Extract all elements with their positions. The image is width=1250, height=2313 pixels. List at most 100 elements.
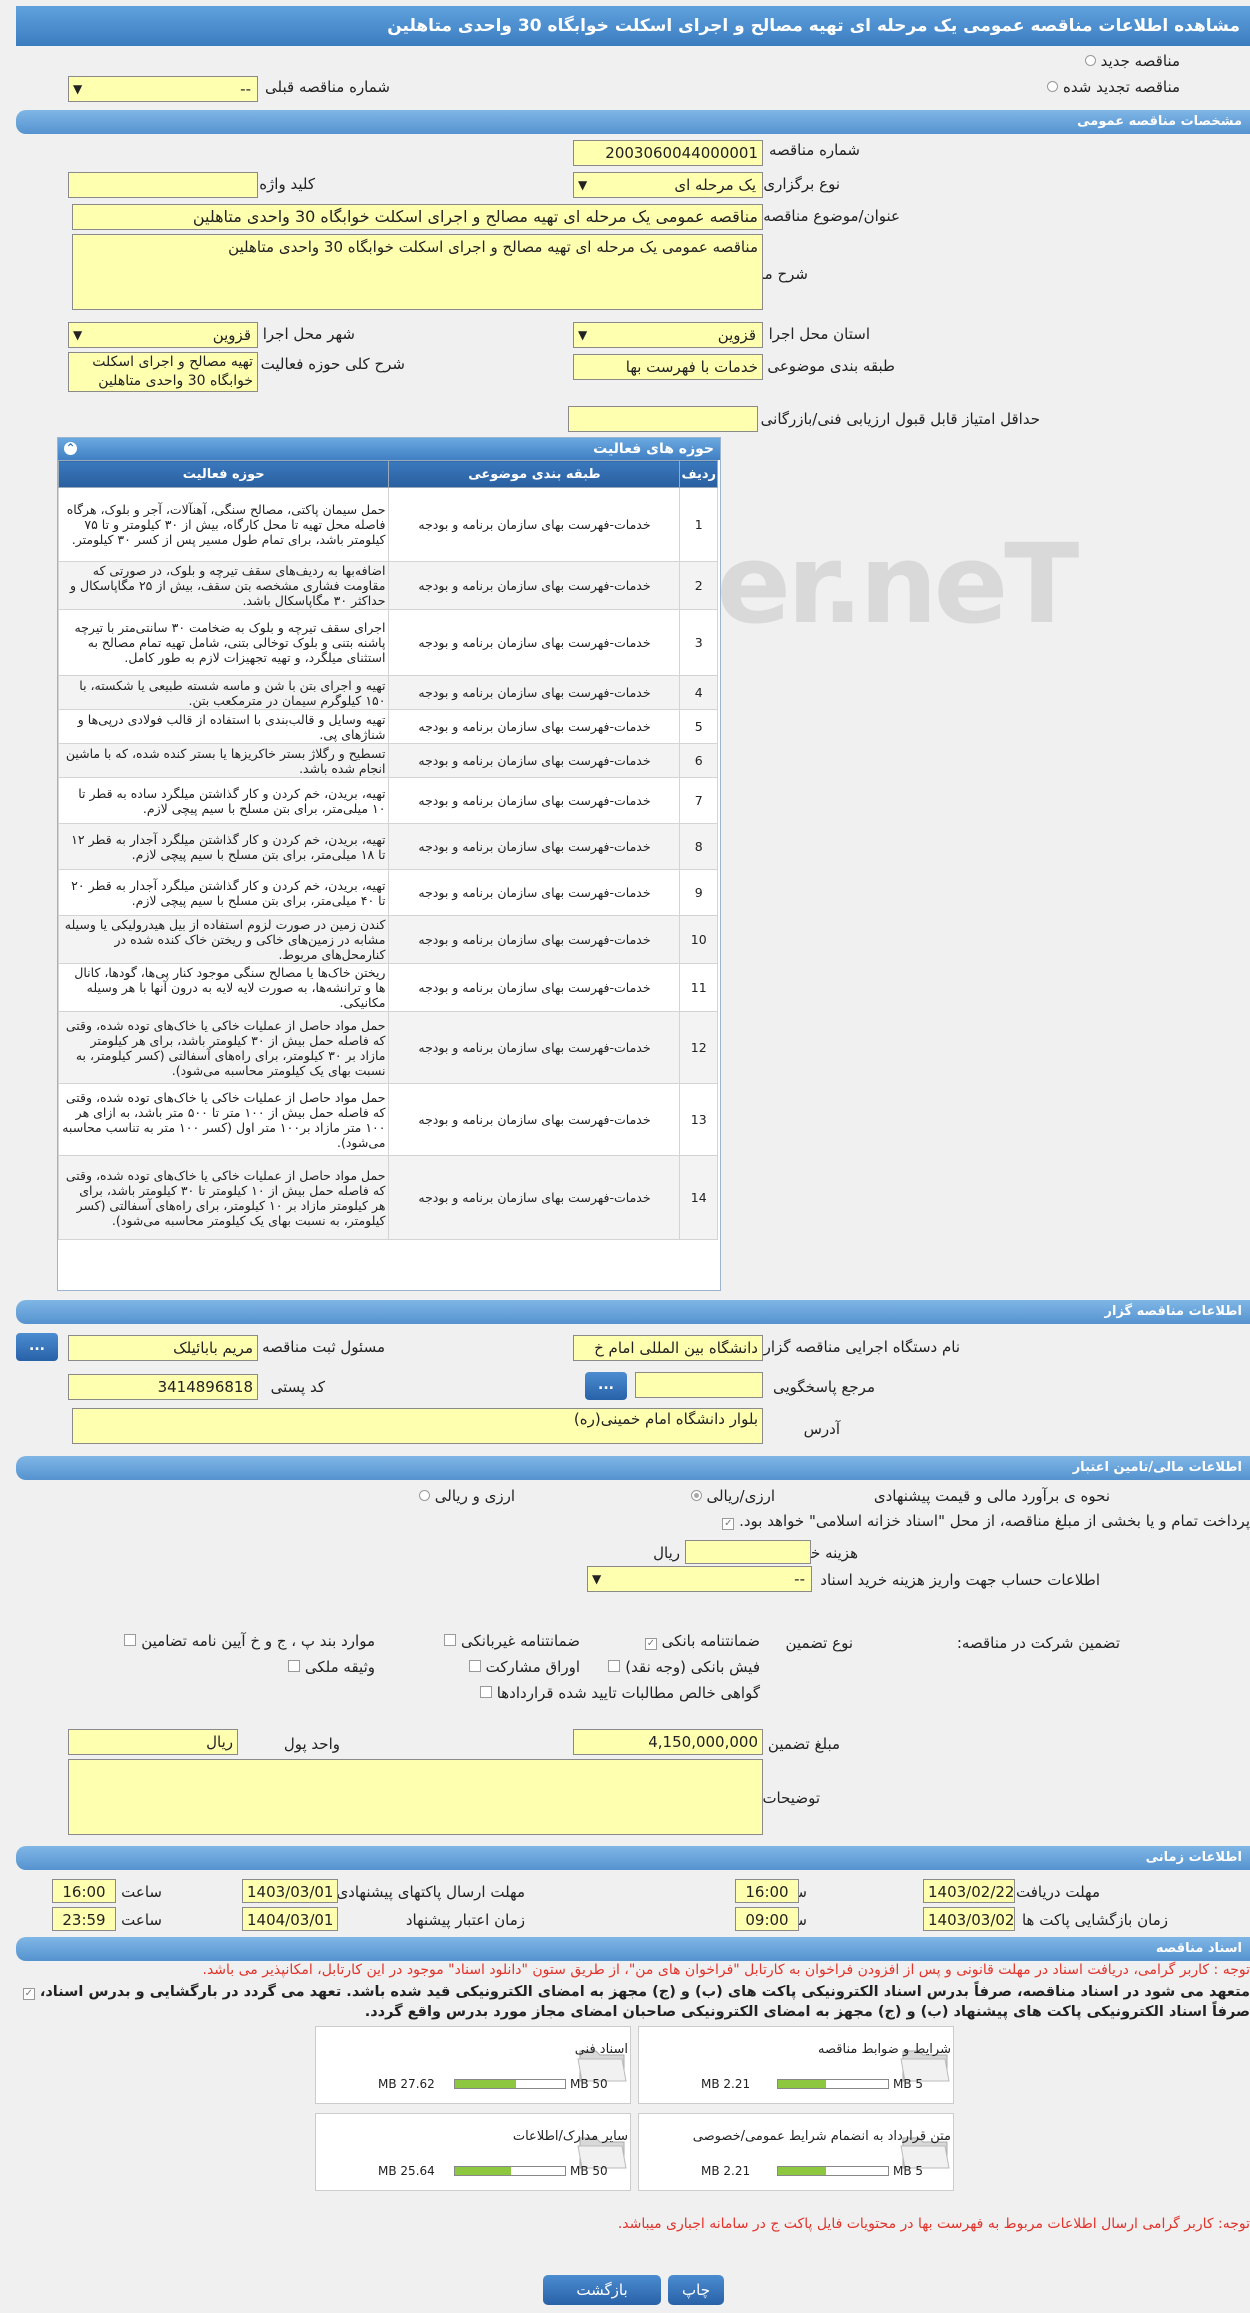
commitment-checkbox[interactable]: ✓ — [22, 1988, 35, 2000]
subject-field[interactable]: مناقصه عمومی یک مرحله ای تهیه مصالح و اج… — [72, 204, 763, 230]
claims-checkbox[interactable] — [479, 1686, 492, 1698]
document-max-size: 5 MB — [893, 2077, 924, 2091]
document-size: 2.21 MB — [701, 2164, 751, 2178]
province-select[interactable]: قزوین ▼ — [573, 322, 763, 348]
submit-time[interactable]: 16:00 — [52, 1879, 116, 1903]
keyword-field[interactable] — [68, 172, 258, 198]
row-activity: ریختن خاک‌ها یا مصالح سنگی موجود کنار پی… — [58, 963, 390, 1012]
chevron-down-icon: ▼ — [578, 328, 588, 342]
timing-section-header: اطلاعات زمانی — [16, 1846, 1250, 1870]
opening-label: زمان بازگشایی پاکت ها — [1021, 1911, 1168, 1929]
claims-option[interactable]: گواهی خالص مطالبات تایید شده قراردادها — [479, 1684, 760, 1702]
nonbank-guarantee-option[interactable]: ضمانتنامه غیربانکی — [444, 1632, 580, 1650]
bonds-checkbox[interactable] — [468, 1660, 481, 1672]
reference-browse-button[interactable]: ... — [585, 1372, 627, 1400]
guarantee-type-label: نوع تضمین — [785, 1634, 853, 1652]
nonbank-guarantee-checkbox[interactable] — [444, 1634, 457, 1646]
responsible-field[interactable]: مریم بابائیلک — [68, 1335, 258, 1361]
property-checkbox[interactable] — [288, 1660, 301, 1672]
currency-field[interactable]: ریال — [68, 1729, 238, 1755]
row-category: خدمات-فهرست بهای سازمان برنامه و بودجه — [388, 915, 681, 964]
row-number: 5 — [679, 709, 718, 744]
document-max-size: 50 MB — [570, 2164, 608, 2178]
guarantee-amount-field[interactable]: 4,150,000,000 — [573, 1729, 763, 1755]
chevron-down-icon: ▼ — [73, 82, 83, 96]
org-field[interactable]: دانشگاه بین المللی امام خ — [573, 1335, 763, 1361]
rial-option[interactable]: ارزی/ریالی — [690, 1487, 775, 1505]
document-item[interactable]: متن قرارداد به انضمام شرایط عمومی/خصوصی 2… — [638, 2113, 954, 2191]
opening-time[interactable]: 09:00 — [735, 1907, 799, 1931]
new-tender-option[interactable]: مناقصه جدید — [1084, 52, 1180, 70]
submit-date[interactable]: 1403/03/01 — [242, 1879, 338, 1903]
address-field[interactable]: بلوار دانشگاه امام خمینی(ره) — [72, 1408, 763, 1444]
row-category: خدمات-فهرست بهای سازمان برنامه و بودجه — [388, 1155, 681, 1240]
chevron-down-icon: ▼ — [578, 178, 588, 192]
row-category: خدمات-فهرست بهای سازمان برنامه و بودجه — [388, 777, 681, 824]
guarantee-label: تضمین شرکت در مناقصه: — [956, 1634, 1120, 1652]
row-category: خدمات-فهرست بهای سازمان برنامه و بودجه — [388, 823, 681, 870]
validity-date[interactable]: 1404/03/01 — [242, 1907, 338, 1931]
tender-number-field[interactable]: 2003060044000001 — [573, 140, 763, 166]
document-progress-bar — [454, 2079, 566, 2089]
prev-number-select[interactable]: -- ▼ — [68, 76, 258, 102]
subject-label: عنوان/موضوع مناقصه — [763, 207, 900, 225]
treasury-checkbox[interactable]: ✓ — [722, 1518, 735, 1530]
regulation-items-option[interactable]: موارد بند پ ، ج و خ آیین نامه تضامین — [124, 1632, 375, 1650]
bank-receipt-option[interactable]: فیش بانکی (وجه نقد) — [608, 1658, 760, 1676]
doc-cost-field[interactable] — [685, 1540, 811, 1564]
scope-field[interactable]: تهیه مصالح و اجرای اسکلت خوابگاه 30 واحد… — [68, 352, 258, 392]
fx-rial-option[interactable]: ارزی و ریالی — [418, 1487, 515, 1505]
opening-date[interactable]: 1403/03/02 — [923, 1907, 1015, 1931]
document-item[interactable]: شرایط و ضوابط مناقصه 2.21 MB 5 MB — [638, 2026, 954, 2104]
print-button[interactable]: چاپ — [668, 2275, 724, 2305]
description-field[interactable]: مناقصه عمومی یک مرحله ای تهیه مصالح و اج… — [72, 234, 763, 310]
document-item[interactable]: سایر مدارک/اطلاعات 25.64 MB 50 MB — [315, 2113, 631, 2191]
bank-guarantee-option[interactable]: ضمانتنامه بانکی ✓ — [644, 1632, 760, 1650]
row-number: 9 — [679, 869, 718, 916]
row-number: 14 — [679, 1155, 718, 1240]
account-select[interactable]: -- ▼ — [587, 1566, 812, 1592]
validity-time[interactable]: 23:59 — [52, 1907, 116, 1931]
treasury-option[interactable]: پرداخت تمام و یا بخشی از مبلغ مناقصه، از… — [722, 1512, 1250, 1530]
organizer-section-header: اطلاعات مناقصه گزار — [16, 1300, 1250, 1324]
row-number: 8 — [679, 823, 718, 870]
validity-label: زمان اعتبار پیشنهاد — [405, 1911, 525, 1929]
rial-radio[interactable] — [690, 1490, 702, 1501]
row-activity: تهیه، بریدن، خم کردن و کار گذاشتن میلگرد… — [58, 869, 390, 916]
doc-receive-time[interactable]: 16:00 — [735, 1879, 799, 1903]
renewed-tender-radio[interactable] — [1047, 81, 1059, 92]
table-row: 10 خدمات-فهرست بهای سازمان برنامه و بودجه… — [58, 915, 718, 964]
new-tender-radio[interactable] — [1084, 55, 1096, 66]
commitment-option[interactable]: متعهد می شود در اسناد مناقصه، صرفاً بدرس… — [22, 1984, 1250, 2000]
notes-field[interactable] — [68, 1759, 763, 1835]
table-row: 11 خدمات-فهرست بهای سازمان برنامه و بودجه… — [58, 963, 718, 1012]
bank-receipt-checkbox[interactable] — [608, 1660, 621, 1672]
back-button[interactable]: بازگشت — [543, 2275, 661, 2305]
reference-field[interactable] — [635, 1372, 763, 1398]
document-item[interactable]: اسناد فنی 27.62 MB 50 MB — [315, 2026, 631, 2104]
row-activity: اضافه‌بها به ردیف‌های سقف تیرچه و بلوک، … — [58, 561, 390, 610]
bonds-option[interactable]: اوراق مشارکت — [468, 1658, 580, 1676]
city-select[interactable]: قزوین ▼ — [68, 322, 258, 348]
min-score-field[interactable] — [568, 406, 758, 432]
fx-rial-radio[interactable] — [418, 1490, 430, 1501]
city-label: شهر محل اجرا — [262, 325, 355, 343]
doc-receive-date[interactable]: 1403/02/22 — [923, 1879, 1015, 1903]
type-select[interactable]: یک مرحله ای ▼ — [573, 172, 763, 198]
row-activity: حمل مواد حاصل از عملیات خاکی یا خاک‌های … — [58, 1155, 390, 1240]
row-number: 4 — [679, 675, 718, 710]
property-option[interactable]: وثیقه ملکی — [288, 1658, 375, 1676]
row-category: خدمات-فهرست بهای سازمان برنامه و بودجه — [388, 487, 681, 562]
bank-guarantee-checkbox[interactable]: ✓ — [644, 1638, 657, 1650]
category-field[interactable]: خدمات با فهرست بها — [573, 354, 763, 380]
regulation-items-checkbox[interactable] — [124, 1634, 137, 1646]
renewed-tender-option[interactable]: مناقصه تجدید شده — [1047, 78, 1180, 96]
postal-field[interactable]: 3414896818 — [68, 1374, 258, 1400]
row-category: خدمات-فهرست بهای سازمان برنامه و بودجه — [388, 963, 681, 1012]
responsible-browse-button[interactable]: ... — [16, 1333, 58, 1361]
submit-label: مهلت ارسال پاکتهای پیشنهادی — [336, 1883, 525, 1901]
activities-panel-header: حوزه های فعالیت ⌃ — [58, 438, 720, 460]
collapse-icon[interactable]: ⌃ — [64, 442, 77, 455]
keyword-label: کلید واژه — [259, 175, 315, 193]
activities-table: ردیف طبقه بندی موضوعی حوزه فعالیت 1 خدمات… — [58, 460, 718, 1240]
